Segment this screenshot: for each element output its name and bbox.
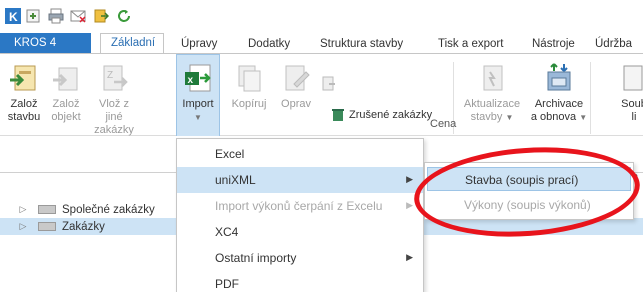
menu-item-xc4[interactable]: XC4	[177, 219, 423, 245]
ribbon: Založ stavbu Založ objekt Z Vlož z jiné zak…	[0, 53, 643, 137]
new-object-icon	[46, 60, 86, 96]
group-divider	[590, 62, 591, 134]
mail-icon[interactable]	[69, 7, 87, 25]
tab-udrzba[interactable]: Údržba	[595, 35, 632, 54]
folder-icon	[38, 205, 56, 214]
svg-text:K: K	[9, 10, 18, 24]
zrusene-zakazky-label: Zrušené zakázky	[349, 109, 433, 121]
soubor-button[interactable]: Soubli	[614, 60, 643, 124]
edit-icon	[276, 60, 316, 96]
chevron-right-icon[interactable]: ▷	[16, 221, 30, 232]
submenu-arrow-icon: ▶	[406, 174, 413, 184]
small-document-icon	[322, 76, 336, 96]
menu-item-pdf[interactable]: PDF	[177, 271, 423, 292]
zaloz-objekt-label: Založ objekt	[51, 98, 81, 123]
menu-item-excel[interactable]: Excel	[177, 141, 423, 167]
aktualizace-label: Aktualizace stavby ▼	[463, 98, 521, 123]
new-icon[interactable]	[24, 7, 42, 25]
submenu-item-vykony[interactable]: Výkony (soupis výkonů)	[427, 193, 631, 217]
archivace-a-obnova-button[interactable]: Archivace a obnova ▼	[530, 60, 588, 124]
vloz-z-jine-zakazky-button[interactable]: Z Vlož z jiné zakázky	[89, 60, 139, 137]
unixml-submenu: Stavba (soupis prací) Výkony (soupis výk…	[424, 162, 634, 220]
tab-struktura-stavby[interactable]: Struktura stavby	[320, 35, 403, 54]
kopiruj-label: Kopíruj	[231, 98, 267, 110]
new-building-icon	[4, 60, 44, 96]
quick-access-toolbar: K	[0, 0, 643, 30]
vloz-label: Vlož z jiné zakázky	[94, 98, 134, 136]
oprav-label: Oprav	[281, 98, 311, 110]
chevron-right-icon[interactable]: ▷	[16, 204, 30, 215]
copy-icon	[229, 60, 269, 96]
tab-nastroje[interactable]: Nástroje	[532, 35, 575, 54]
svg-text:Z: Z	[107, 70, 113, 81]
tab-zakladni[interactable]: Základní	[100, 33, 164, 54]
import-excel-icon: x	[177, 60, 219, 96]
refresh-icon[interactable]	[115, 7, 133, 25]
trash-icon	[332, 109, 344, 121]
soubor-label: Soubli	[621, 98, 643, 123]
tab-upravy[interactable]: Úpravy	[181, 35, 217, 54]
menu-item-import-vykonu[interactable]: Import výkonů čerpání z Excelu ▶	[177, 193, 423, 219]
chevron-down-icon: ▼	[194, 113, 202, 122]
tree-item-label: Společné zakázky	[62, 203, 155, 216]
archive-icon	[530, 60, 588, 96]
aktualizace-stavby-button[interactable]: Aktualizace stavby ▼	[462, 60, 522, 124]
import-button[interactable]: x Import ▼	[176, 54, 220, 137]
menu-item-ostatni-importy[interactable]: Ostatní importy ▶	[177, 245, 423, 271]
export-icon[interactable]	[92, 7, 110, 25]
zaloz-stavbu-button[interactable]: Založ stavbu	[4, 60, 44, 124]
ribbon-tabs: KROS 4 Základní Úpravy Dodatky Struktura…	[0, 30, 643, 54]
svg-text:x: x	[188, 75, 194, 86]
print-icon[interactable]	[47, 7, 65, 25]
insert-icon: Z	[89, 60, 139, 96]
tab-dodatky[interactable]: Dodatky	[248, 35, 290, 54]
menu-item-unixml[interactable]: uniXML ▶	[177, 167, 423, 193]
chevron-down-icon: ▼	[579, 113, 588, 122]
submenu-arrow-icon: ▶	[406, 200, 413, 210]
file-icon	[614, 60, 643, 96]
tab-kros4[interactable]: KROS 4	[0, 33, 91, 54]
kopiruj-button[interactable]: Kopíruj	[229, 60, 269, 111]
submenu-item-stavba[interactable]: Stavba (soupis prací)	[427, 167, 631, 191]
folder-icon	[38, 222, 56, 231]
import-label: Import	[182, 98, 214, 110]
oprav-button[interactable]: Oprav	[276, 60, 316, 111]
chevron-down-icon: ▼	[505, 113, 514, 122]
zaloz-stavbu-label: Založ stavbu	[7, 98, 41, 123]
group-header-cena: Cena	[430, 118, 457, 130]
zaloz-objekt-button[interactable]: Založ objekt	[46, 60, 86, 124]
zrusene-zakazky-button[interactable]: Zrušené zakázky	[331, 108, 432, 122]
tree-item-label: Zakázky	[62, 220, 105, 233]
app-icon[interactable]: K	[4, 7, 22, 25]
archivace-label: Archivace a obnova ▼	[530, 98, 588, 123]
update-icon	[462, 60, 522, 96]
import-menu: Excel uniXML ▶ Import výkonů čerpání z Ex…	[176, 138, 424, 292]
submenu-arrow-icon: ▶	[406, 252, 413, 262]
tab-tisk-a-export[interactable]: Tisk a export	[438, 35, 503, 54]
